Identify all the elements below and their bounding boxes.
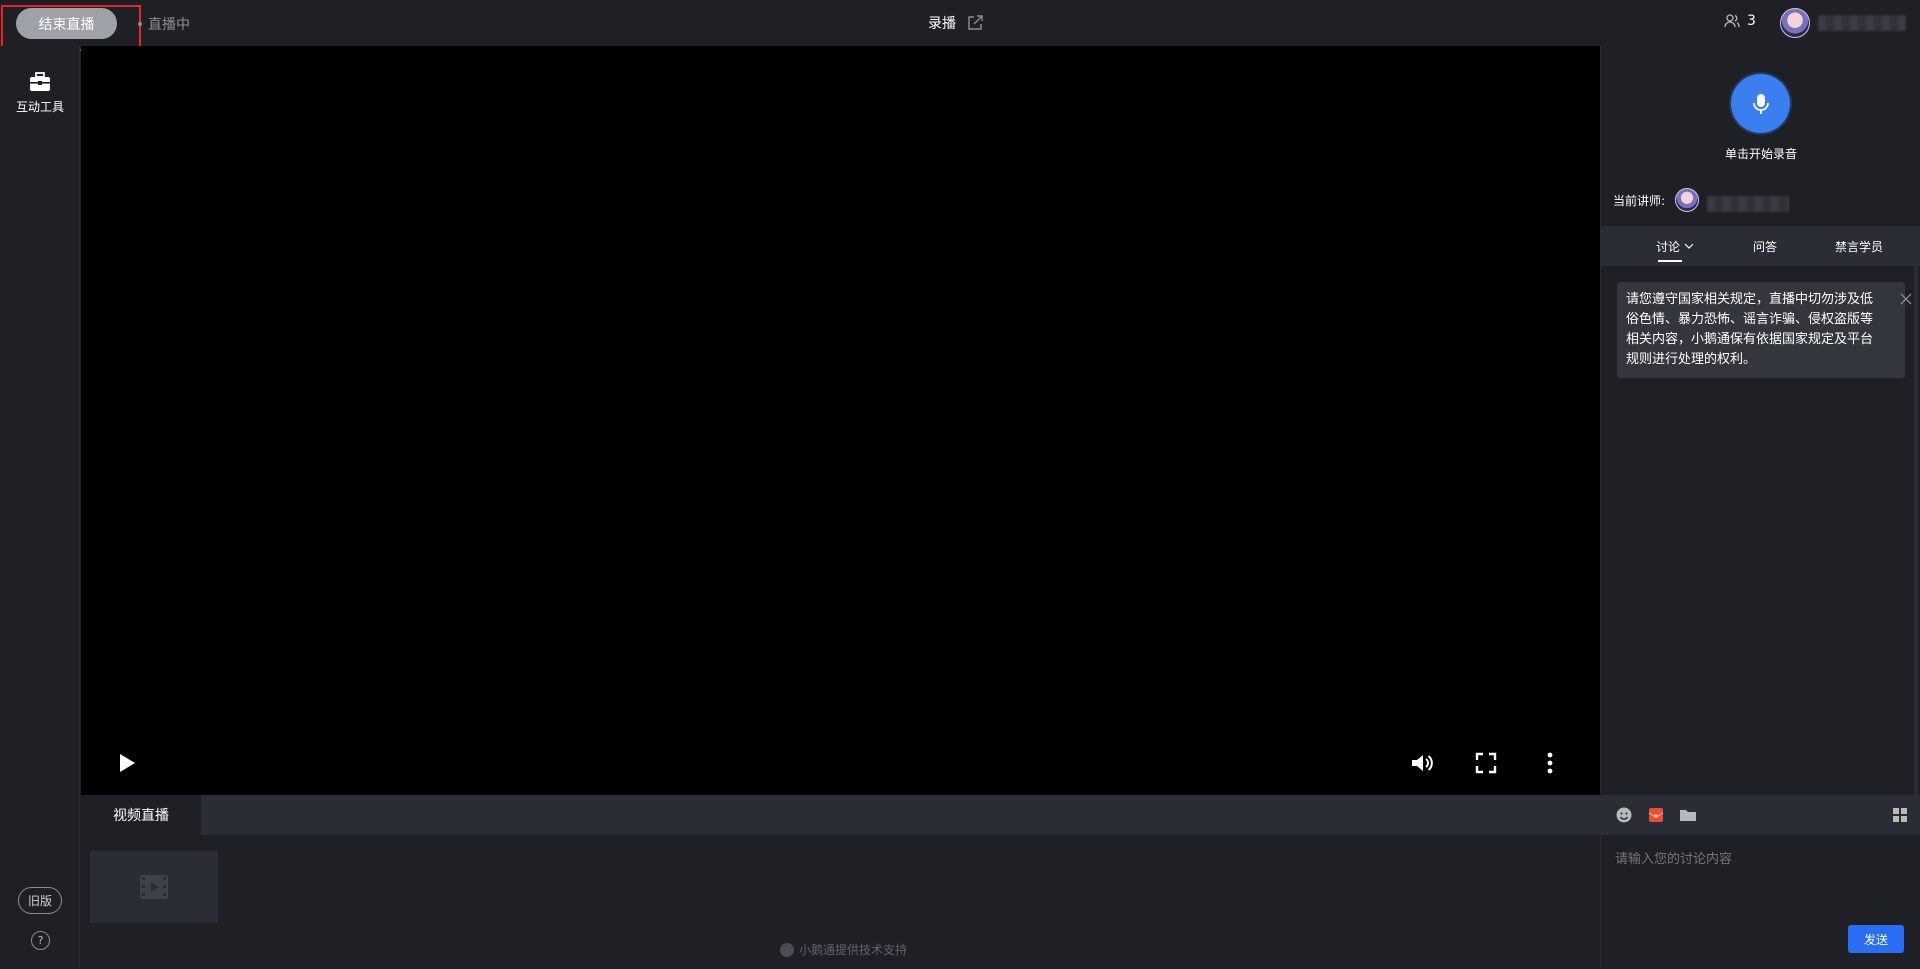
- brand-logo-icon: [780, 942, 794, 957]
- video-source-thumbnail[interactable]: [90, 851, 218, 923]
- red-packet-icon[interactable]: [1647, 806, 1665, 824]
- compliance-notice: 请您遵守国家相关规定，直播中切勿涉及低俗色情、暴力恐怖、谣言诈骗、侵权盗版等相关…: [1617, 282, 1912, 378]
- viewer-count: 3: [1724, 13, 1756, 29]
- page-title: 录播: [928, 16, 956, 32]
- chat-tabs: 讨论 问答 禁言学员: [1601, 226, 1920, 266]
- user-avatar[interactable]: [1780, 8, 1810, 38]
- fullscreen-icon: [1475, 752, 1497, 774]
- volume-button[interactable]: [1410, 751, 1434, 775]
- current-lecturer: 当前讲师:: [1613, 188, 1700, 212]
- source-tabbar: 视频直播: [81, 795, 1600, 835]
- help-icon[interactable]: ?: [31, 931, 50, 950]
- tab-discussion[interactable]: 讨论: [1643, 226, 1707, 266]
- chat-input-toolbar: [1601, 795, 1920, 835]
- fullscreen-button[interactable]: [1474, 751, 1498, 775]
- interactive-tools-label: 互动工具: [15, 100, 64, 114]
- status-dot-icon: [138, 22, 142, 26]
- emoji-icon[interactable]: [1615, 806, 1633, 824]
- lecturer-name-redacted: [1707, 196, 1789, 212]
- close-icon[interactable]: [1899, 292, 1913, 306]
- users-icon: [1724, 14, 1740, 28]
- compliance-notice-text: 请您遵守国家相关规定，直播中切勿涉及低俗色情、暴力恐怖、谣言诈骗、侵权盗版等相关…: [1626, 292, 1874, 367]
- volume-icon: [1412, 755, 1433, 771]
- folder-icon[interactable]: [1679, 806, 1697, 824]
- video-film-icon: [140, 875, 168, 899]
- powered-by: 小鹅通提供技术支持: [780, 941, 907, 958]
- send-button[interactable]: 发送: [1848, 925, 1904, 953]
- tab-discussion-label: 讨论: [1655, 239, 1680, 254]
- play-button[interactable]: [114, 751, 138, 775]
- lecturer-avatar[interactable]: [1675, 188, 1700, 212]
- play-icon: [120, 754, 135, 772]
- user-name-redacted: [1818, 15, 1906, 31]
- chevron-down-icon: [1684, 243, 1694, 249]
- left-rail: 互动工具 旧版 ?: [0, 46, 80, 969]
- title-group: 录播: [928, 13, 984, 33]
- tab-muted-students[interactable]: 禁言学员: [1819, 226, 1899, 266]
- video-player[interactable]: [81, 46, 1600, 795]
- live-status-label: 直播中: [148, 17, 190, 33]
- current-lecturer-label: 当前讲师:: [1613, 193, 1666, 208]
- top-bar: 结束直播 直播中 录播 3: [0, 0, 1920, 51]
- chat-scrollbar[interactable]: [1914, 266, 1918, 826]
- end-live-button[interactable]: 结束直播: [16, 8, 117, 39]
- grid-apps-icon[interactable]: [1891, 806, 1909, 824]
- record-audio-label: 单击开始录音: [1724, 147, 1797, 161]
- old-version-button[interactable]: 旧版: [18, 887, 62, 914]
- more-options-button[interactable]: [1538, 751, 1562, 775]
- tab-qa[interactable]: 问答: [1735, 226, 1795, 266]
- powered-by-text: 小鹅通提供技术支持: [799, 943, 908, 957]
- interactive-tools-button[interactable]: 互动工具: [0, 72, 80, 115]
- discussion-input[interactable]: [1615, 848, 1905, 908]
- microphone-icon: [1752, 93, 1769, 114]
- record-audio-button[interactable]: [1731, 74, 1790, 133]
- right-panel: 单击开始录音 当前讲师: 讨论 问答 禁言学员 请您遵守国家相关规定，直播中切勿…: [1600, 46, 1920, 969]
- more-vertical-icon: [1547, 752, 1553, 774]
- share-icon[interactable]: [966, 14, 984, 32]
- toolbox-icon: [30, 72, 50, 91]
- tab-video-live[interactable]: 视频直播: [81, 795, 201, 835]
- live-status: 直播中: [138, 14, 190, 34]
- viewer-count-value: 3: [1747, 13, 1756, 29]
